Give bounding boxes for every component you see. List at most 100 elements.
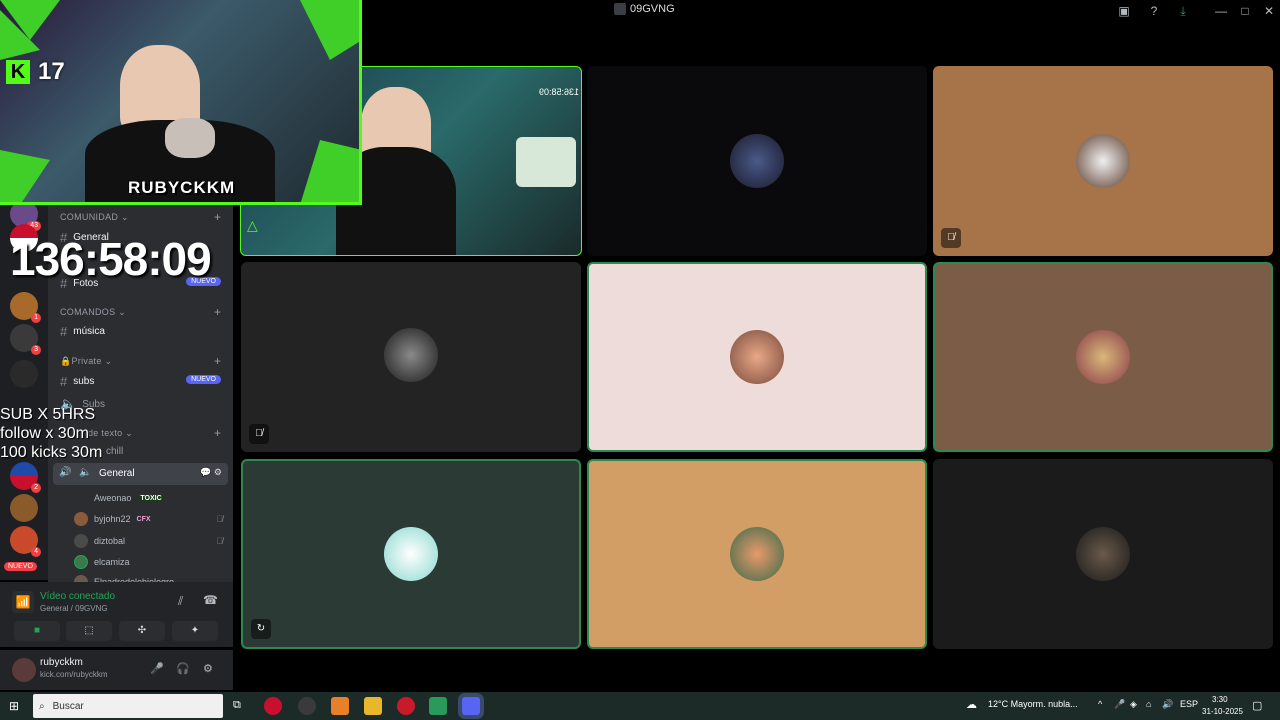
member-name: diztobal <box>94 536 126 546</box>
video-tile[interactable]: 🎙̸ <box>241 262 581 452</box>
disconnect-icon[interactable]: ☎ <box>203 593 218 607</box>
new-servers-badge[interactable]: NUEVO <box>4 562 37 571</box>
subathon-rules: SUB X 5HRS follow x 30m 100 kicks 30m <box>0 405 102 462</box>
user-avatar[interactable] <box>12 658 36 682</box>
server-icon-3[interactable]: 1 <box>10 292 41 323</box>
user-avatar <box>384 328 438 382</box>
video-tile-speaking[interactable] <box>587 262 927 452</box>
discord-icon[interactable] <box>462 697 480 715</box>
mirrored-timer: 136:58:09 <box>539 87 580 97</box>
member-tag: TOXIC <box>137 494 165 502</box>
server-icon-8[interactable]: 4 <box>10 526 41 557</box>
channel-label: subs <box>73 376 95 387</box>
voice-channel-path: General / 09GVNG <box>40 604 108 613</box>
user-status: kick.com/rubyckkm <box>40 670 108 679</box>
server-badge: 2 <box>31 483 41 493</box>
category-comunidad[interactable]: COMUNIDAD ⌄ <box>60 212 129 223</box>
taskbar-search[interactable]: ⌕ Buscar <box>33 694 223 718</box>
add-channel-icon[interactable]: + <box>214 354 221 368</box>
server-icon-6[interactable]: 2 <box>10 462 41 493</box>
kick-viewer-count: 17 <box>38 58 65 85</box>
channel-musica[interactable]: # música <box>60 324 105 339</box>
channel-chill[interactable]: chill <box>106 446 123 457</box>
server-icon-4[interactable]: 3 <box>10 324 41 355</box>
server-badge: 3 <box>31 345 41 355</box>
tray-expand-icon[interactable]: ^ <box>1098 699 1102 709</box>
help-icon[interactable]: ? <box>1146 3 1162 19</box>
member-name: elcamiza <box>94 557 130 567</box>
user-avatar <box>1076 527 1130 581</box>
video-tile[interactable]: 🎙̸ <box>933 66 1273 256</box>
window-title-text: 09GVNG <box>630 3 675 15</box>
kick-logo-icon: K <box>6 60 30 84</box>
voice-member[interactable]: diztobal <box>74 534 125 548</box>
store-icon[interactable] <box>429 697 447 715</box>
user-avatar <box>1076 134 1130 188</box>
user-panel: rubyckkm kick.com/rubyckkm 🎤 🎧 ⚙ <box>0 650 233 690</box>
member-tag: CFX <box>136 515 151 523</box>
video-tile-speaking[interactable] <box>933 262 1273 452</box>
jar-object <box>516 137 576 187</box>
network-icon[interactable]: ⌂ <box>1146 699 1151 709</box>
weather-text[interactable]: 12°C Mayorm. nubla... <box>988 699 1078 709</box>
volume-icon[interactable]: 🔊 <box>1162 699 1173 710</box>
minimize-button[interactable]: — <box>1213 3 1229 19</box>
server-icon-corne[interactable] <box>10 360 38 388</box>
camera-button[interactable]: ■ <box>14 621 60 641</box>
voice-member[interactable]: Aweonao TOXIC <box>74 491 165 505</box>
speaker-icon: 🔈 <box>79 467 92 478</box>
avatar <box>74 491 88 505</box>
voice-status[interactable]: Vídeo conectado <box>40 591 115 602</box>
add-channel-icon[interactable]: + <box>214 210 221 224</box>
clock-date[interactable]: 31-10-2025 <box>1202 707 1243 716</box>
opera-icon[interactable] <box>264 697 282 715</box>
file-explorer-icon[interactable] <box>364 697 382 715</box>
weather-icon: ☁ <box>966 699 977 711</box>
maximize-button[interactable]: □ <box>1237 3 1253 19</box>
member-name: Aweonao <box>94 493 132 503</box>
close-button[interactable]: ✕ <box>1261 3 1277 19</box>
task-view-icon[interactable]: ⧉ <box>233 699 241 712</box>
video-tile-speaking[interactable]: ↻ <box>241 459 581 649</box>
windows-start-icon[interactable]: ⊞ <box>9 699 19 713</box>
add-channel-icon[interactable]: + <box>214 426 221 440</box>
hash-icon: # <box>60 324 68 339</box>
clock-time[interactable]: 3:30 <box>1212 695 1228 704</box>
language-indicator[interactable]: ESP <box>1180 699 1198 709</box>
category-private[interactable]: 🔒Private ⌄ <box>60 356 112 367</box>
noise-suppression-icon[interactable]: ⫽ <box>178 594 183 609</box>
app-icon[interactable] <box>331 697 349 715</box>
search-placeholder: Buscar <box>52 700 84 712</box>
channel-subs[interactable]: # subs <box>60 374 94 389</box>
server-icon-7[interactable] <box>10 494 38 522</box>
microphone-icon[interactable]: 🎤 <box>150 662 164 675</box>
voice-member[interactable]: byjohn22 CFX <box>74 512 151 526</box>
soundboard-button[interactable]: ✦ <box>172 621 218 641</box>
headphones-icon[interactable]: 🎧 <box>176 662 190 675</box>
video-tile[interactable] <box>587 66 927 256</box>
user-avatar <box>384 527 438 581</box>
avatar <box>74 512 88 526</box>
category-comandos[interactable]: COMANDOS ⌄ <box>60 307 126 318</box>
app-tray-icon[interactable]: ◈ <box>1130 699 1137 710</box>
add-channel-icon[interactable]: + <box>214 305 221 319</box>
voice-member[interactable]: elcamiza <box>74 555 130 569</box>
download-icon[interactable]: ⤓ <box>1175 3 1191 19</box>
settings-icon[interactable]: 💬 ⚙ <box>200 467 222 478</box>
signal-icon[interactable]: 📶 <box>12 591 34 613</box>
server-badge: 4 <box>31 547 41 557</box>
screen-share-button[interactable]: ⬚ <box>66 621 112 641</box>
voice-channel-general[interactable]: 🔊 🔈 General 💬 ⚙ <box>53 463 228 485</box>
username[interactable]: rubyckkm <box>40 657 83 668</box>
inbox-icon[interactable]: ▣ <box>1116 3 1132 19</box>
obs-icon[interactable] <box>298 697 316 715</box>
microphone-tray-icon[interactable]: 🎤 <box>1114 699 1125 710</box>
hash-icon: # <box>60 374 68 389</box>
video-tile[interactable] <box>933 459 1273 649</box>
muted-icon: 🎙̸ <box>249 424 269 444</box>
user-settings-icon[interactable]: ⚙ <box>203 662 213 675</box>
video-tile-speaking[interactable] <box>587 459 927 649</box>
app-icon[interactable] <box>397 697 415 715</box>
notifications-icon[interactable]: ▢ <box>1252 699 1262 712</box>
activities-button[interactable]: ✣ <box>119 621 165 641</box>
